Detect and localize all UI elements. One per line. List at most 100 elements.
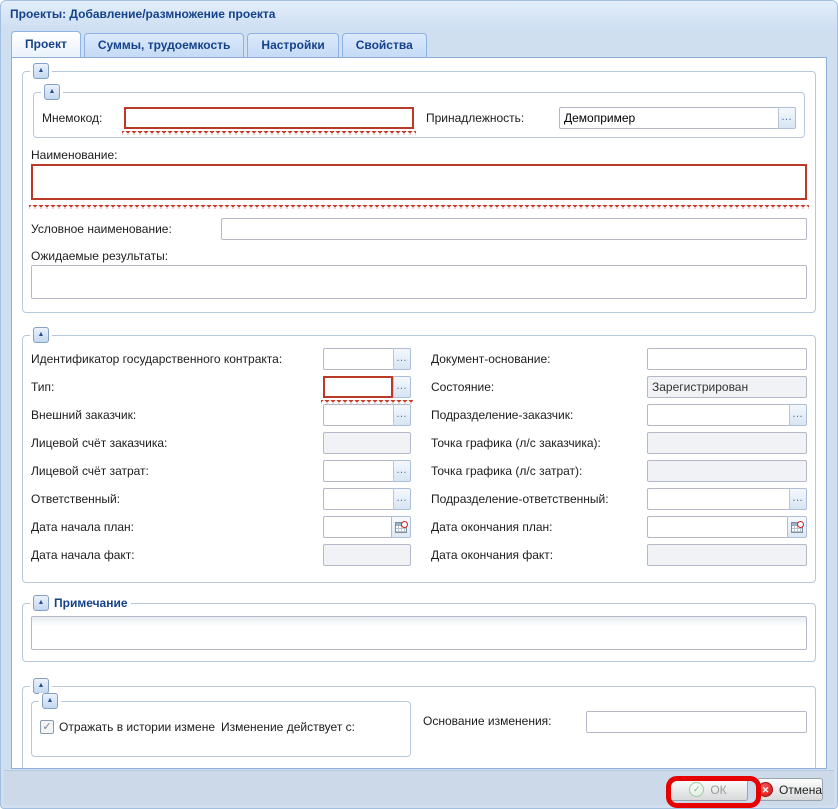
customer-department-label: Подразделение-заказчик: — [431, 408, 647, 422]
field-row: Лицевой счёт заказчика: — [31, 432, 415, 454]
details-left-column: Идентификатор государственного контракта… — [31, 348, 415, 572]
field-row: Подразделение-заказчик: … — [431, 404, 807, 426]
cost-account-input[interactable] — [323, 460, 393, 482]
collapse-up-icon[interactable]: ▲ — [33, 678, 49, 694]
field-row: Подразделение-ответственный: … — [431, 488, 807, 510]
tab-sums-labor[interactable]: Суммы, трудоемкость — [84, 33, 245, 57]
external-customer-label: Внешний заказчик: — [31, 408, 323, 422]
details-right-column: Документ-основание: Состояние: Подраздел… — [431, 348, 807, 572]
mnemo-input[interactable] — [124, 107, 414, 129]
cancel-x-icon: ✕ — [758, 782, 773, 797]
collapse-up-icon[interactable]: ▲ — [33, 63, 49, 79]
collapse-up-icon[interactable]: ▲ — [33, 595, 49, 611]
history-inner-fieldset: ▲ ✓ Отражать в истории измене Изменение … — [31, 701, 411, 757]
type-input[interactable] — [323, 376, 393, 398]
responsible-input[interactable] — [323, 488, 393, 510]
details-fieldset: ▲ Идентификатор государственного контрак… — [22, 335, 816, 583]
field-row: Ответственный: … — [31, 488, 415, 510]
note-fieldset: ▲ Примечание — [22, 603, 816, 662]
cost-account-label: Лицевой счёт затрат: — [31, 464, 323, 478]
reason-label: Основание изменения: — [423, 711, 586, 728]
start-date-plan-field — [323, 516, 411, 538]
ellipsis-trigger-icon[interactable]: … — [393, 460, 411, 482]
start-date-plan-input[interactable] — [323, 516, 391, 538]
ellipsis-trigger-icon[interactable]: … — [393, 488, 411, 510]
ellipsis-trigger-icon[interactable]: … — [789, 488, 807, 510]
field-row: Идентификатор государственного контракта… — [31, 348, 415, 370]
reason-input[interactable] — [586, 711, 807, 733]
note-legend: ▲ Примечание — [30, 595, 131, 611]
schedule-point-cost-field — [647, 460, 807, 482]
field-row: Внешний заказчик: … — [31, 404, 415, 426]
end-date-plan-label: Дата окончания план: — [431, 520, 647, 534]
external-customer-input[interactable] — [323, 404, 393, 426]
field-row: Дата окончания план: — [431, 516, 807, 538]
end-date-fact-label: Дата окончания факт: — [431, 548, 647, 562]
end-date-plan-input[interactable] — [647, 516, 787, 538]
history-checkbox[interactable]: ✓ — [40, 720, 54, 734]
tab-settings[interactable]: Настройки — [247, 33, 338, 57]
responsible-department-field: … — [647, 488, 807, 510]
ellipsis-trigger-icon[interactable]: … — [789, 404, 807, 426]
footer-bar: ✓ ОК ✕ Отмена — [4, 770, 834, 805]
alt-name-label: Условное наименование: — [31, 222, 221, 236]
responsible-department-label: Подразделение-ответственный: — [431, 492, 647, 506]
main-info-fieldset: ▲ ▲ Мнемокод: Принадлежность: … Наименов… — [22, 71, 816, 313]
tab-content-panel: ▲ ▲ Мнемокод: Принадлежность: … Наименов… — [11, 57, 827, 769]
responsible-label: Ответственный: — [31, 492, 323, 506]
ellipsis-trigger-icon[interactable]: … — [393, 404, 411, 426]
start-date-fact-input — [323, 544, 411, 566]
end-date-fact-input — [647, 544, 807, 566]
cancel-button[interactable]: ✕ Отмена — [757, 778, 823, 801]
start-date-fact-field — [323, 544, 411, 566]
details-legend: ▲ — [30, 327, 52, 343]
state-field — [647, 376, 807, 398]
field-row: Тип: … — [31, 376, 415, 398]
collapse-up-icon[interactable]: ▲ — [44, 84, 60, 100]
field-row: Дата начала план: — [31, 516, 415, 538]
tab-properties[interactable]: Свойства — [342, 33, 427, 57]
name-textarea[interactable] — [31, 164, 807, 200]
alt-name-row: Условное наименование: — [31, 218, 807, 240]
cancel-button-label: Отмена — [779, 783, 822, 797]
collapse-up-icon[interactable]: ▲ — [33, 327, 49, 343]
belong-label: Принадлежность: — [426, 111, 559, 125]
field-row: Дата начала факт: — [31, 544, 415, 566]
calendar-icon[interactable] — [787, 516, 807, 538]
expected-textarea[interactable] — [31, 265, 807, 299]
customer-department-input[interactable] — [647, 404, 789, 426]
ellipsis-trigger-icon[interactable]: … — [393, 348, 411, 370]
ellipsis-trigger-icon[interactable]: … — [393, 376, 411, 398]
history-fieldset: ▲ ▲ ✓ Отражать в истории измене Изменени… — [22, 686, 816, 769]
cost-account-field: … — [323, 460, 411, 482]
alt-name-input[interactable] — [221, 218, 807, 240]
responsible-department-input[interactable] — [647, 488, 789, 510]
schedule-point-customer-label: Точка графика (л/с заказчика): — [431, 436, 647, 450]
field-row: Состояние: — [431, 376, 807, 398]
state-label: Состояние: — [431, 380, 647, 394]
history-inner-legend: ▲ — [39, 693, 61, 709]
schedule-point-cost-label: Точка графика (л/с затрат): — [431, 464, 647, 478]
ok-button[interactable]: ✓ ОК — [668, 778, 748, 801]
calendar-icon[interactable] — [391, 516, 411, 538]
schedule-point-cost-input — [647, 460, 807, 482]
responsible-field: … — [323, 488, 411, 510]
tab-project[interactable]: Проект — [11, 31, 81, 57]
mnemo-label: Мнемокод: — [42, 111, 124, 125]
ellipsis-trigger-icon[interactable]: … — [778, 107, 796, 129]
reason-row: Основание изменения: — [423, 711, 807, 757]
main-info-legend: ▲ — [30, 63, 52, 79]
dialog-title: Проекты: Добавление/размножение проекта — [1, 1, 837, 29]
customer-account-input — [323, 432, 411, 454]
doc-basis-field — [647, 348, 807, 370]
type-field: … — [323, 376, 411, 398]
note-textarea[interactable] — [31, 616, 807, 650]
state-input — [647, 376, 807, 398]
belong-field: … — [559, 107, 796, 129]
collapse-up-icon[interactable]: ▲ — [42, 693, 58, 709]
name-label: Наименование: — [31, 148, 807, 162]
doc-basis-input[interactable] — [647, 348, 807, 370]
belong-input[interactable] — [559, 107, 778, 129]
tab-bar: Проект Суммы, трудоемкость Настройки Сво… — [11, 31, 827, 57]
gov-contract-input[interactable] — [323, 348, 393, 370]
